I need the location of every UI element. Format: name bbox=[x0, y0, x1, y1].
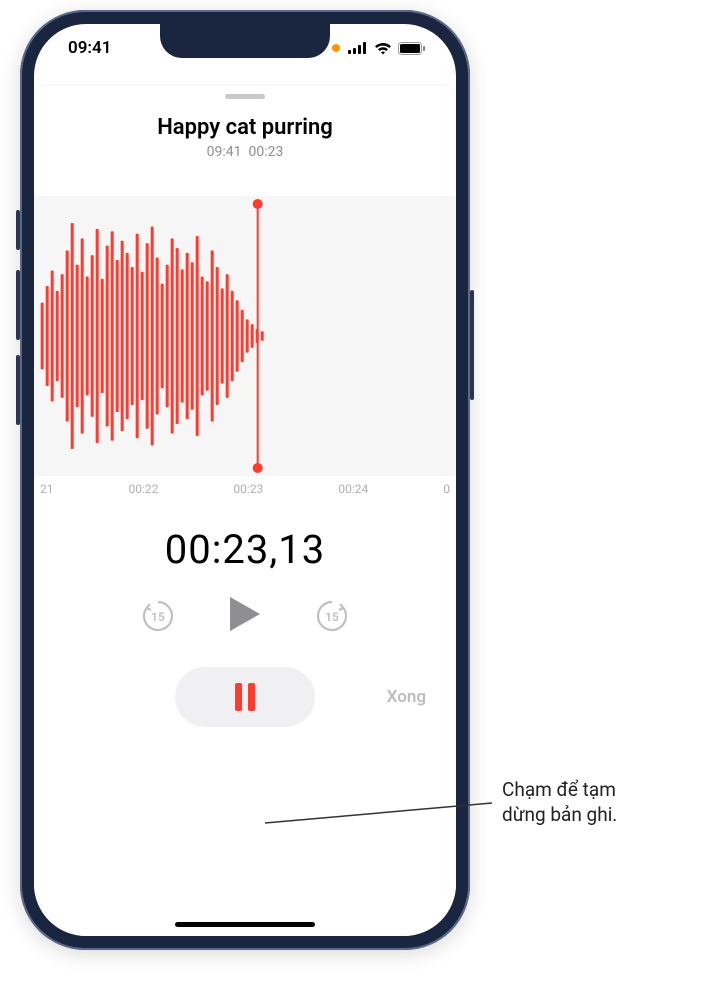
side-button-right bbox=[470, 290, 474, 400]
recording-sheet: Happy cat purring 09:41 00:23 21 00:22 0… bbox=[34, 86, 456, 936]
elapsed-timer: 00:23,13 bbox=[34, 526, 456, 573]
svg-text:15: 15 bbox=[151, 610, 165, 624]
mic-in-use-dot-icon bbox=[332, 44, 340, 52]
waveform-icon bbox=[34, 196, 456, 476]
play-button[interactable] bbox=[228, 595, 262, 637]
waveform-area[interactable] bbox=[34, 196, 456, 476]
sheet-grabber[interactable] bbox=[225, 94, 265, 99]
skip-forward-15-button[interactable]: 15 bbox=[314, 598, 350, 634]
tick-label: 00:24 bbox=[338, 482, 368, 496]
recording-subtitle: 09:41 00:23 bbox=[34, 144, 456, 160]
recording-time: 09:41 bbox=[207, 144, 242, 160]
tick-label: 21 bbox=[40, 482, 54, 496]
callout-line-1: Chạm để tạm bbox=[502, 778, 616, 801]
pause-icon bbox=[233, 683, 257, 711]
side-button-volume-down bbox=[16, 355, 20, 425]
done-button[interactable]: Xong bbox=[387, 687, 426, 707]
waveform-time-axis: 21 00:22 00:23 00:24 0 bbox=[34, 476, 456, 502]
wifi-icon bbox=[374, 42, 392, 55]
battery-icon bbox=[398, 42, 426, 55]
home-indicator[interactable] bbox=[175, 922, 315, 927]
tick-label: 00:22 bbox=[129, 482, 159, 496]
tick-label: 0 bbox=[443, 482, 450, 496]
side-button-volume-up bbox=[16, 270, 20, 340]
phone-frame: 09:41 Happy cat purring 09:41 00:23 bbox=[20, 10, 470, 950]
callout-line-2: dừng bản ghi. bbox=[502, 803, 617, 826]
recording-title[interactable]: Happy cat purring bbox=[34, 115, 456, 140]
skip-back-15-button[interactable]: 15 bbox=[140, 598, 176, 634]
bottom-controls: Xong bbox=[34, 667, 456, 761]
recording-duration: 00:23 bbox=[248, 144, 283, 160]
side-button-mute bbox=[16, 210, 20, 250]
pause-recording-button[interactable] bbox=[175, 667, 315, 727]
callout-text: Chạm để tạm dừng bản ghi. bbox=[502, 778, 672, 827]
svg-text:15: 15 bbox=[325, 610, 339, 624]
cellular-signal-icon bbox=[348, 42, 368, 54]
screen: 09:41 Happy cat purring 09:41 00:23 bbox=[34, 24, 456, 936]
playback-controls: 15 15 bbox=[34, 595, 456, 637]
status-time: 09:41 bbox=[68, 38, 111, 58]
notch bbox=[160, 24, 330, 58]
status-indicators bbox=[332, 42, 426, 55]
tick-label: 00:23 bbox=[233, 482, 263, 496]
